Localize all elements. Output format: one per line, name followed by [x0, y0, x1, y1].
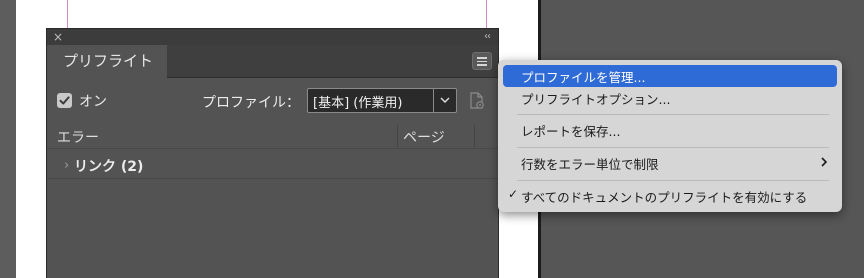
double-chevron-left-icon[interactable]: ‹‹ — [484, 29, 491, 44]
menu-separator — [517, 180, 829, 181]
panel-menu-button[interactable] — [472, 52, 492, 70]
on-label: オン — [79, 94, 107, 110]
column-divider — [397, 125, 398, 147]
panel-tabbar: プリフライト — [47, 45, 498, 78]
error-list-header: エラー ページ — [47, 125, 498, 149]
menu-item-label: 行数をエラー単位で制限 — [521, 157, 659, 172]
menu-item-label: レポートを保存... — [521, 124, 621, 139]
preflight-controls-row: オン プロファイル： [基本] (作業用) — [47, 87, 498, 115]
preflight-panel: × ‹‹ プリフライト オン プロファイル： [基本] (作業用) エラー ペー… — [46, 28, 499, 278]
menu-separator — [517, 114, 829, 115]
panel-flyout-menu: プロファイルを管理... プリフライトオプション... レポートを保存... 行… — [498, 60, 842, 212]
dropdown-divider — [433, 89, 434, 112]
menu-item-manage-profiles[interactable]: プロファイルを管理... — [503, 65, 837, 87]
on-checkbox[interactable] — [57, 93, 72, 108]
menu-item-preflight-options[interactable]: プリフライトオプション... — [503, 87, 837, 109]
profile-label: プロファイル： — [202, 95, 300, 111]
column-header-page[interactable]: ページ — [403, 127, 445, 147]
menu-item-label: プロファイルを管理... — [521, 70, 646, 85]
profile-value: [基本] (作業用) — [313, 96, 403, 111]
chevron-down-icon — [440, 97, 450, 103]
menu-item-label: プリフライトオプション... — [521, 92, 671, 107]
tab-preflight[interactable]: プリフライト — [47, 45, 167, 78]
profile-dropdown[interactable]: [基本] (作業用) — [307, 88, 457, 113]
menu-item-save-report[interactable]: レポートを保存... — [503, 119, 837, 141]
menu-item-enable-preflight-all[interactable]: ✓ すべてのドキュメントのプリフライトを有効にする — [503, 185, 837, 207]
menu-separator — [517, 147, 829, 148]
checkmark-icon: ✓ — [508, 187, 519, 201]
column-header-error[interactable]: エラー — [57, 127, 99, 147]
checkmark-icon — [59, 96, 70, 105]
menu-item-label: すべてのドキュメントのプリフライトを有効にする — [521, 190, 808, 205]
chevron-right-icon[interactable]: › — [64, 158, 69, 173]
close-icon[interactable]: × — [53, 29, 63, 45]
row-label-links: リンク (2) — [74, 159, 144, 175]
panel-titlebar[interactable]: × ‹‹ — [47, 29, 498, 45]
table-row[interactable]: › リンク (2) — [47, 153, 498, 179]
document-gear-icon[interactable] — [466, 90, 488, 112]
column-divider — [474, 125, 475, 147]
chevron-right-icon — [821, 157, 828, 167]
menu-item-limit-rows[interactable]: 行数をエラー単位で制限 — [503, 152, 837, 174]
